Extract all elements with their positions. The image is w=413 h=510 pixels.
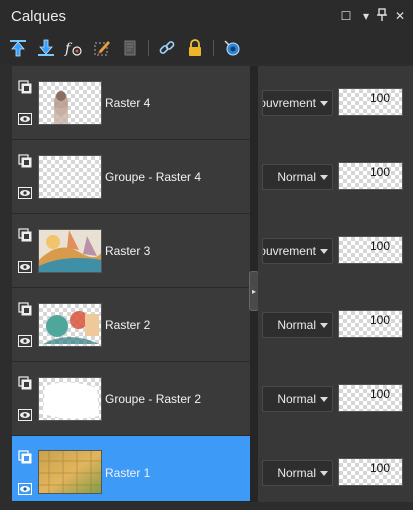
dropdown-icon[interactable]: ▾ — [359, 8, 373, 24]
layer-row[interactable]: Raster 4 — [12, 66, 250, 140]
layer-name[interactable]: Raster 3 — [105, 244, 150, 258]
visibility-eye-icon[interactable] — [18, 334, 32, 347]
visibility-eye-icon[interactable] — [18, 482, 32, 495]
layer-properties-icon[interactable] — [221, 37, 243, 59]
blend-mode-value: Recouvrement — [263, 96, 316, 110]
opacity-field[interactable]: 100 — [338, 162, 403, 190]
layer-type-icon[interactable] — [18, 450, 32, 464]
layer-type-icon[interactable] — [18, 154, 32, 168]
layers-list: Raster 4 Groupe - Raster 4 Raster 3 Rast… — [12, 66, 250, 502]
opacity-value: 100 — [369, 165, 390, 179]
blend-mode-value: Normal — [277, 392, 316, 406]
layers-toolbar: f — [0, 34, 413, 64]
layer-row[interactable]: Groupe - Raster 4 — [12, 140, 250, 214]
visibility-eye-icon[interactable] — [18, 112, 32, 125]
lock-transparency-icon[interactable] — [119, 37, 141, 59]
chevron-down-icon — [320, 323, 328, 328]
opacity-value: 100 — [369, 313, 390, 327]
close-icon[interactable]: ✕ — [393, 8, 407, 24]
layer-name[interactable]: Raster 2 — [105, 318, 150, 332]
opacity-field[interactable]: 100 — [338, 384, 403, 412]
opacity-field[interactable]: 100 — [338, 310, 403, 338]
chevron-down-icon — [320, 471, 328, 476]
pin-icon[interactable] — [375, 8, 389, 24]
layer-name[interactable]: Raster 1 — [105, 466, 150, 480]
layer-name[interactable]: Raster 4 — [105, 96, 150, 110]
opacity-value: 100 — [369, 239, 390, 253]
opacity-value: 100 — [369, 461, 390, 475]
chevron-down-icon — [320, 397, 328, 402]
opacity-field[interactable]: 100 — [338, 458, 403, 486]
move-layer-down-icon[interactable] — [35, 37, 57, 59]
layer-thumbnail — [38, 377, 102, 421]
layer-thumbnail — [38, 229, 102, 273]
blend-mode-select[interactable]: Recouvrement — [262, 238, 333, 264]
opacity-value: 100 — [369, 387, 390, 401]
layer-type-icon[interactable] — [18, 376, 32, 390]
link-layers-icon[interactable] — [156, 37, 178, 59]
layer-props-row: Normal 100 — [258, 140, 413, 214]
layer-thumbnail — [38, 450, 102, 494]
blend-mode-select[interactable]: Normal — [262, 164, 333, 190]
layer-row[interactable]: Raster 2 — [12, 288, 250, 362]
toolbar-separator — [148, 40, 149, 56]
panel-titlebar: Calques ☐ ▾ ✕ — [0, 0, 413, 34]
visibility-eye-icon[interactable] — [18, 186, 32, 199]
blend-mode-value: Recouvrement — [263, 244, 316, 258]
blend-mode-value: Normal — [277, 318, 316, 332]
layer-name[interactable]: Groupe - Raster 4 — [105, 170, 201, 184]
layer-properties-column: Recouvrement 100 Normal 100 Recouvrement… — [258, 66, 413, 502]
layer-effects-icon[interactable]: f — [63, 37, 85, 59]
layer-row[interactable]: Groupe - Raster 2 — [12, 362, 250, 436]
panel-title: Calques — [11, 8, 67, 25]
blend-mode-select[interactable]: Normal — [262, 312, 333, 338]
blend-mode-select[interactable]: Normal — [262, 386, 333, 412]
opacity-field[interactable]: 100 — [338, 236, 403, 264]
layer-type-icon[interactable] — [18, 302, 32, 316]
layer-type-icon[interactable] — [18, 228, 32, 242]
layer-thumbnail — [38, 81, 102, 125]
move-layer-up-icon[interactable] — [7, 37, 29, 59]
layer-thumbnail — [38, 303, 102, 347]
visibility-eye-icon[interactable] — [18, 260, 32, 273]
layer-type-icon[interactable] — [18, 80, 32, 94]
chevron-down-icon — [320, 175, 328, 180]
chevron-down-icon — [320, 249, 328, 254]
lock-layer-icon[interactable] — [184, 37, 206, 59]
blend-mode-value: Normal — [277, 466, 316, 480]
chevron-down-icon — [320, 101, 328, 106]
restore-icon[interactable]: ☐ — [339, 8, 353, 24]
layer-row[interactable]: Raster 3 — [12, 214, 250, 288]
layer-name[interactable]: Groupe - Raster 2 — [105, 392, 201, 406]
edit-selection-icon[interactable] — [91, 37, 113, 59]
opacity-field[interactable]: 100 — [338, 88, 403, 116]
blend-mode-select[interactable]: Recouvrement — [262, 90, 333, 116]
layer-props-row: Normal 100 — [258, 362, 413, 436]
layer-props-row: Recouvrement 100 — [258, 214, 413, 288]
toolbar-separator — [213, 40, 214, 56]
svg-text:f: f — [64, 41, 73, 57]
layer-props-row: Recouvrement 100 — [258, 66, 413, 140]
layer-row-selected[interactable]: Raster 1 — [12, 436, 250, 502]
opacity-value: 100 — [369, 91, 390, 105]
layer-thumbnail — [38, 155, 102, 199]
visibility-eye-icon[interactable] — [18, 408, 32, 421]
layer-props-row: Normal 100 — [258, 288, 413, 362]
blend-mode-value: Normal — [277, 170, 316, 184]
blend-mode-select[interactable]: Normal — [262, 460, 333, 486]
layer-props-row: Normal 100 — [258, 436, 413, 510]
